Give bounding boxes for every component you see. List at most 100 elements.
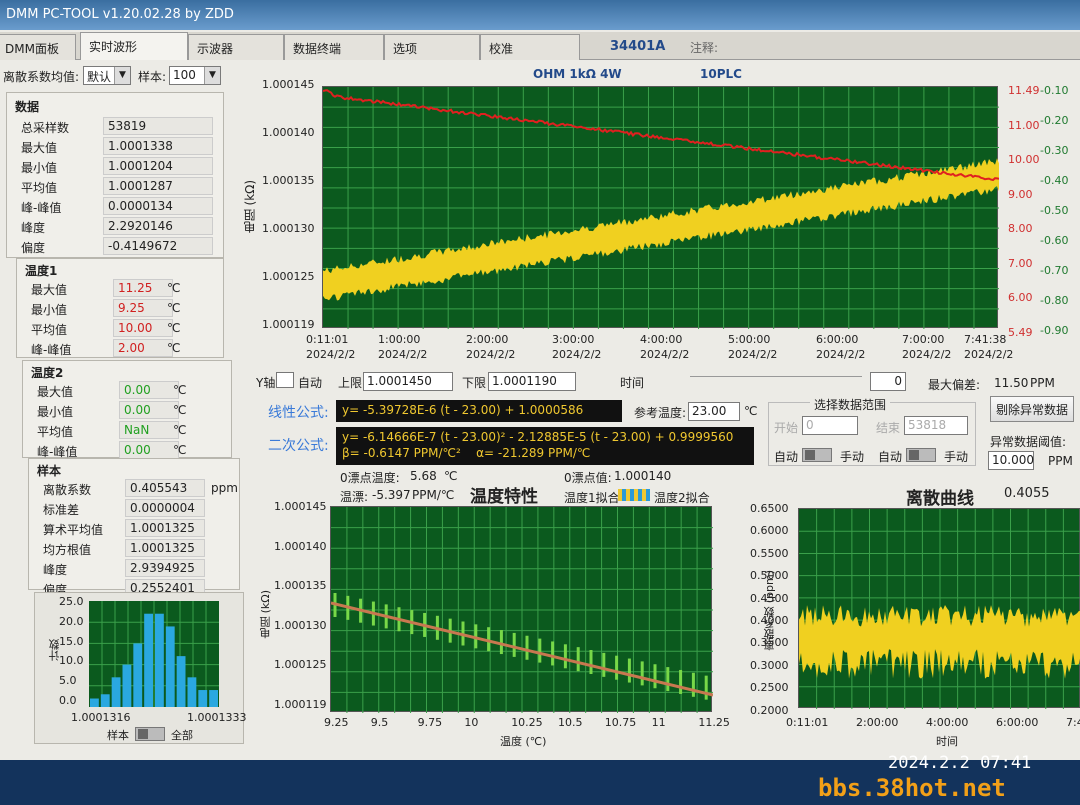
stat-label: 最小值 — [31, 303, 68, 317]
histogram-xmin: 1.0001316 — [71, 711, 131, 724]
threshold-value: 10.000 — [992, 453, 1034, 467]
tdrift-value: -5.397 — [372, 488, 411, 502]
temp-chart-title: 温度特性 — [470, 487, 538, 507]
lower-input[interactable]: 1.0001190 — [488, 372, 576, 391]
histogram-xmax: 1.0001333 — [187, 711, 247, 724]
stat-value: 2.00 — [113, 339, 173, 357]
tick-label: 3:00:00 — [552, 333, 595, 346]
tick-label: 0.0 — [59, 694, 77, 707]
tab-oscilloscope[interactable]: 示波器 — [188, 34, 284, 60]
tick-label: 0:11:01 — [306, 333, 349, 346]
tick-label: -0.70 — [1040, 264, 1069, 277]
remove-anomaly-button[interactable]: 剔除异常数据 — [990, 396, 1074, 422]
range-toggle-1[interactable] — [802, 448, 832, 462]
stat-row: 最大值 1.0001338 — [13, 137, 233, 157]
tick-label: 2:00:00 — [856, 716, 899, 729]
threshold-input[interactable]: 10.000 — [988, 451, 1034, 470]
stat-row: 离散系数 0.405543 ppm — [35, 479, 255, 499]
tab-label: 数据终端 — [293, 42, 342, 56]
stat-value: 1.0001204 — [103, 157, 213, 175]
ref-temp-input[interactable]: 23.00 — [688, 402, 740, 421]
tab-options[interactable]: 选项 — [384, 34, 480, 60]
sample-value: 100 — [173, 68, 196, 82]
tick-label: 1.000140 — [274, 539, 327, 553]
disc-chart — [798, 508, 1080, 709]
sample-panel: 样本 离散系数 0.405543 ppm 标准差 0.0000004 算术平均值 1.000… — [28, 458, 240, 597]
range-end-input[interactable]: 53818 — [904, 416, 968, 435]
time-slider[interactable] — [690, 376, 862, 386]
auto-checkbox[interactable] — [276, 372, 294, 388]
tick-label: 6:00:00 — [816, 333, 859, 346]
temp-ylabel: 电阻 (kΩ) — [259, 590, 272, 639]
quad-formula-box: y= -6.14666E-7 (t - 23.00)² - 2.12885E-5… — [336, 427, 754, 465]
tick-label: -0.20 — [1040, 114, 1069, 127]
alpha-value: α= -21.289 PPM/℃ — [476, 446, 591, 460]
stat-value: 11.25 — [113, 279, 173, 297]
max-dev-label: 最大偏差: — [928, 378, 981, 392]
time-input[interactable]: 0 — [870, 372, 906, 391]
stat-label: 峰度 — [21, 221, 46, 235]
stat-value: 1.0001287 — [103, 177, 213, 195]
tab-label: 校准 — [489, 42, 514, 56]
data-panel: 数据 总采样数 53819 最大值 1.0001338 最小值 1.0001204 平均值 1… — [6, 92, 224, 258]
stat-unit: ℃ — [167, 321, 181, 335]
disc-chart-title: 离散曲线 — [906, 489, 974, 509]
sample-select[interactable]: 100 ▼ — [169, 66, 221, 85]
tick-label: 2024/2/2 — [964, 348, 1014, 361]
lower-label: 下限 — [462, 376, 487, 390]
chevron-down-icon: ▼ — [114, 67, 130, 84]
tick-label: -0.80 — [1040, 294, 1069, 307]
stat-unit: ℃ — [173, 443, 187, 457]
disc-xlabel: 时间 — [936, 735, 958, 748]
stat-row: 峰度 2.2920146 — [13, 217, 233, 237]
temp1-panel: 温度1 最大值 11.25 ℃ 最小值 9.25 ℃ 平均值 10.00 ℃ 峰-峰值 2.00 ℃ — [16, 258, 224, 358]
beta-value: β= -0.6147 PPM/℃² — [342, 446, 461, 460]
stat-label: 最小值 — [21, 161, 58, 175]
stat-label: 偏度 — [21, 241, 46, 255]
note-label: 注释: — [690, 41, 719, 55]
histogram-bar — [187, 677, 197, 707]
range-auto-label-2: 自动 — [878, 450, 903, 464]
tick-label: 1.000145 — [262, 78, 315, 91]
tick-label: 10.25 — [511, 716, 543, 729]
range-start-input[interactable]: 0 — [802, 416, 858, 435]
main-chart — [322, 86, 999, 329]
tab-realtime-wave[interactable]: 实时波形 — [80, 32, 188, 60]
stat-unit: ℃ — [167, 341, 181, 355]
tab-dmm-panel[interactable]: DMM面板 — [0, 34, 76, 60]
range-manual-label-1: 手动 — [840, 450, 865, 464]
tick-label: 7.00 — [1008, 256, 1033, 270]
stat-value: 0.0000134 — [103, 197, 213, 215]
auto-label: 自动 — [298, 376, 323, 390]
stat-value: 0.00 — [119, 441, 179, 459]
tick-label: 10 — [464, 716, 479, 729]
range-auto-label-1: 自动 — [774, 450, 799, 464]
range-toggle-2[interactable] — [906, 448, 936, 462]
upper-input[interactable]: 1.0001450 — [363, 372, 453, 391]
stat-label: 峰-峰值 — [21, 201, 62, 215]
tick-label: 0.2500 — [750, 681, 789, 695]
tick-label: 0.2000 — [750, 703, 789, 717]
tick-label: 8.00 — [1008, 222, 1033, 235]
histogram-panel: 计数 25.0 20.0 15.0 10.0 5.0 0.0 1.0001316 1.00… — [34, 592, 247, 744]
stat-label: 最大值 — [37, 385, 74, 399]
tick-label: 1.000130 — [262, 222, 315, 235]
tab-data-terminal[interactable]: 数据终端 — [284, 34, 384, 60]
discrete-label: 离散系数均值: — [3, 70, 80, 84]
tick-label: 1.000135 — [274, 579, 327, 593]
tab-calibration[interactable]: 校准 — [480, 34, 580, 60]
time-value: 0 — [894, 374, 902, 388]
tick-label: 7:4 — [1066, 716, 1080, 729]
tick-label: 6.00 — [1008, 291, 1033, 304]
stat-label: 平均值 — [37, 425, 74, 439]
quad-label: 二次公式: — [268, 438, 329, 454]
discrete-value: 默认 — [87, 70, 112, 84]
sample-all-toggle[interactable] — [135, 727, 165, 741]
tick-label: 2024/2/2 — [640, 348, 690, 361]
range-end-label: 结束 — [876, 421, 901, 435]
discrete-select[interactable]: 默认 ▼ — [83, 66, 131, 85]
stat-value: -0.4149672 — [103, 237, 213, 255]
histogram-bar — [144, 613, 153, 707]
range-title: 选择数据范围 — [810, 396, 891, 413]
stat-value: NaN — [119, 421, 179, 439]
